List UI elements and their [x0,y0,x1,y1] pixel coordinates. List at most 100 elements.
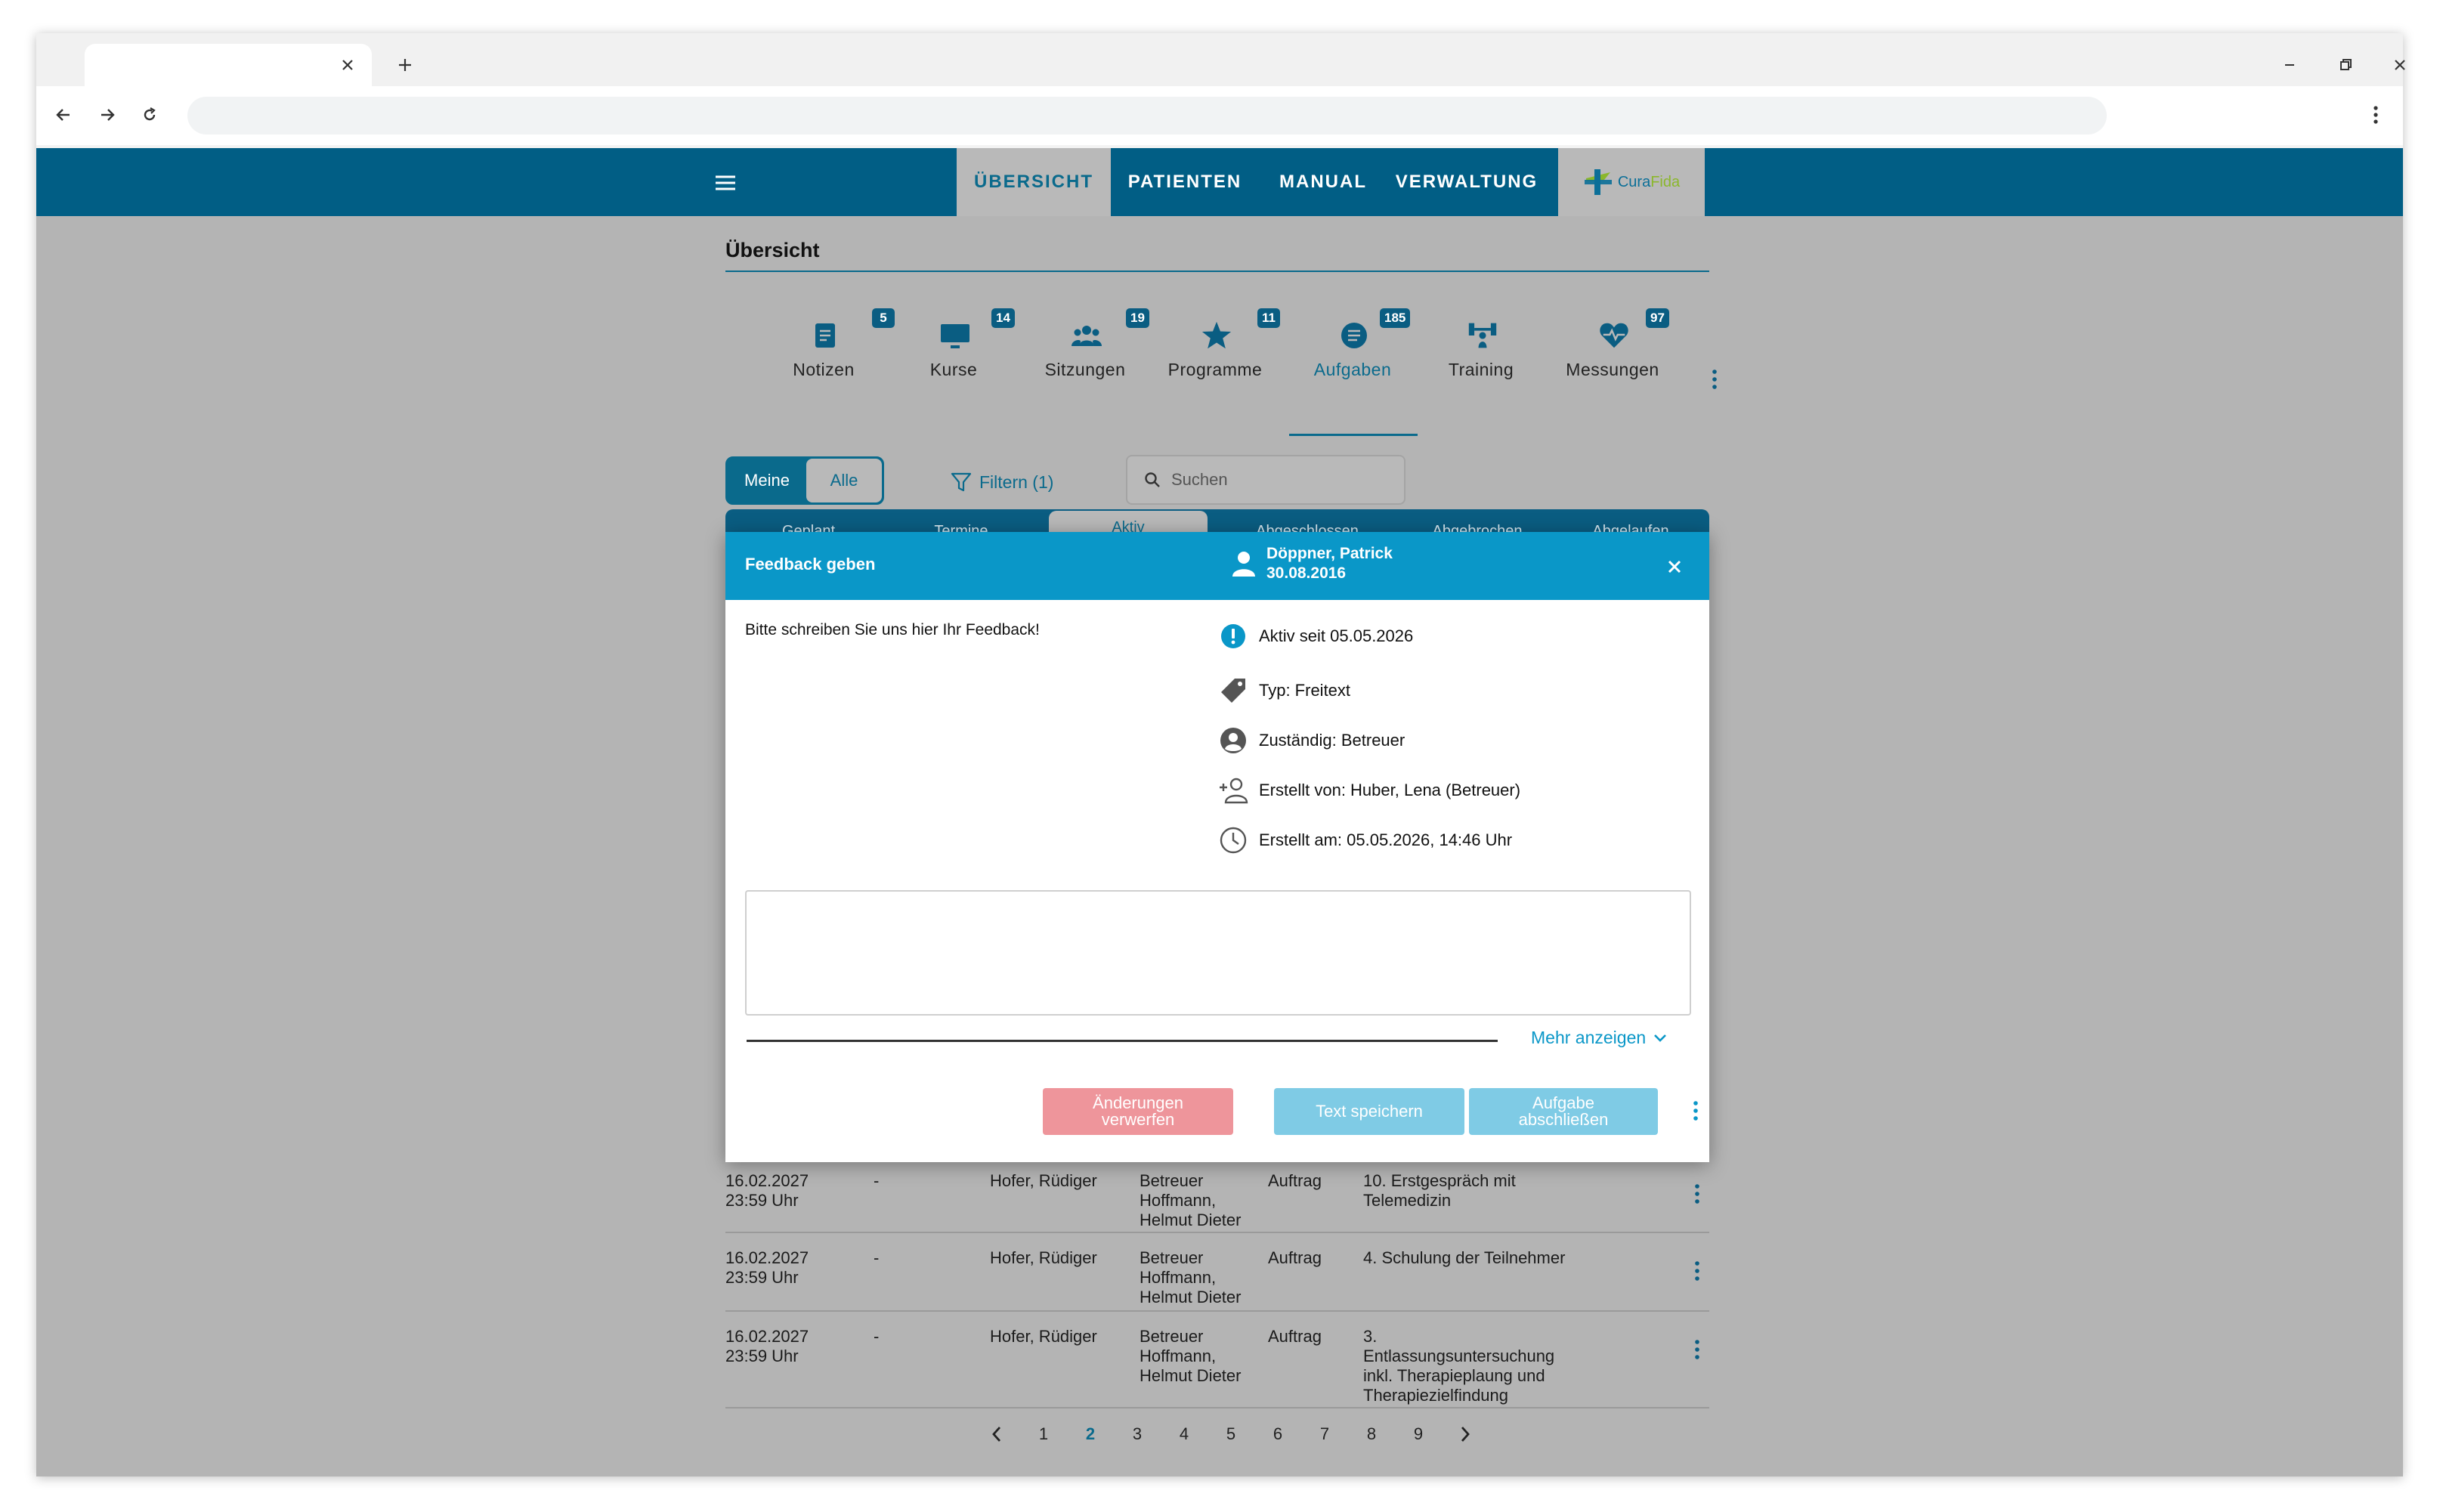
due-date: 16.02.2027 23:59 Uhr [725,1171,809,1210]
category-label: Kurse [929,360,978,379]
table-row[interactable]: 16.02.2027 23:59 Uhr - Hofer, Rüdiger Bet… [725,1235,1709,1312]
category-notizen[interactable]: 5 Notizen [759,308,895,391]
table-row[interactable]: 16.02.2027 23:59 Uhr - Hofer, Rüdiger Bet… [725,1158,1709,1233]
info-created-by: Erstellt von: Huber, Lena (Betreuer) [1218,775,1520,805]
dialog-close-icon[interactable] [1659,552,1690,582]
tag-icon [1218,676,1248,706]
category-aufgaben[interactable]: 185 Aufgaben [1288,308,1418,391]
page-9[interactable]: 9 [1395,1418,1442,1451]
person-icon [1232,552,1255,577]
window-close-icon[interactable] [2382,47,2418,83]
forward-arrow-icon[interactable] [91,98,124,131]
show-more-button[interactable]: Mehr anzeigen [1531,1028,1667,1048]
row-more-icon[interactable] [1691,1179,1703,1209]
browser-toolbar [36,86,2403,145]
new-tab-icon[interactable] [388,48,422,82]
save-text-button[interactable]: Text speichern [1274,1088,1464,1135]
row-more-icon[interactable] [1691,1256,1703,1286]
info-responsible: Zuständig: Betreuer [1218,725,1405,756]
dialog-title: Feedback geben [745,555,876,574]
feedback-prompt: Bitte schreiben Sie uns hier Ihr Feedbac… [745,621,1040,639]
address-bar[interactable] [187,97,2107,135]
category-programme[interactable]: 11 Programme [1150,308,1280,391]
more-categories-icon[interactable] [1703,364,1726,394]
nav-tab-uebersicht[interactable]: ÜBERSICHT [957,148,1111,216]
due-date: 16.02.2027 23:59 Uhr [725,1327,809,1365]
restore-icon[interactable] [2327,47,2364,83]
hamburger-menu-icon[interactable] [709,168,742,198]
reload-icon[interactable] [133,98,166,131]
page-2[interactable]: 2 [1067,1418,1114,1451]
category-label: Aufgaben [1313,360,1392,379]
complete-label: Aufgabe abschließen [1518,1093,1609,1129]
page-6[interactable]: 6 [1254,1418,1301,1451]
patient-name: Hofer, Rüdiger [990,1248,1097,1267]
row-more-icon[interactable] [1691,1334,1703,1365]
category-kurse[interactable]: 14 Kurse [889,308,1019,391]
responsible: Betreuer Hoffmann, Helmut Dieter [1140,1171,1242,1229]
responsible: Betreuer Hoffmann, Helmut Dieter [1140,1327,1242,1385]
info-created-at: Erstellt am: 05.05.2026, 14:46 Uhr [1218,825,1512,855]
category-label: Programme [1167,360,1263,379]
show-more-label: Mehr anzeigen [1531,1028,1647,1047]
info-type: Typ: Freitext [1218,676,1350,706]
discard-changes-button[interactable]: Änderungen verwerfen [1043,1088,1233,1135]
page-8[interactable]: 8 [1348,1418,1395,1451]
page-viewport: ÜBERSICHT PATIENTEN MANUAL VERWALTUNG Cu… [36,148,2403,1476]
nav-tab-label: ÜBERSICHT [973,172,1093,192]
category-training[interactable]: Training [1416,308,1546,391]
save-label: Text speichern [1316,1102,1423,1121]
toggle-alle[interactable]: Alle [806,459,882,502]
category-sitzungen[interactable]: 19 Sitzungen [1020,308,1150,391]
browser-tab[interactable] [85,44,372,86]
feedback-dialog: Feedback geben Döppner, Patrick 30.08.20… [725,532,1709,1162]
browser-window: ÜBERSICHT PATIENTEN MANUAL VERWALTUNG Cu… [36,33,2405,1476]
page-5[interactable]: 5 [1208,1418,1254,1451]
category-badge: 97 [1646,308,1669,328]
back-arrow-icon[interactable] [47,98,80,131]
note-icon [810,320,840,351]
toggle-meine[interactable]: Meine [728,459,806,502]
app-navbar: ÜBERSICHT PATIENTEN MANUAL VERWALTUNG Cu… [36,148,2403,216]
dialog-more-icon[interactable] [1690,1096,1702,1126]
nav-tab-manual[interactable]: MANUAL [1259,148,1387,216]
responsible: Betreuer Hoffmann, Helmut Dieter [1140,1248,1242,1306]
table-row[interactable]: 16.02.2027 23:59 Uhr - Hofer, Rüdiger Bet… [725,1313,1709,1408]
created-at-text: Erstellt am: 05.05.2026, 14:46 Uhr [1259,830,1513,849]
curafida-logo[interactable]: CuraFida [1558,148,1705,216]
page-3[interactable]: 3 [1114,1418,1161,1451]
nav-tab-label: MANUAL [1279,172,1367,192]
dialog-header: Feedback geben Döppner, Patrick 30.08.20… [725,532,1709,600]
minimize-icon[interactable] [2271,47,2308,83]
page-1[interactable]: 1 [1020,1418,1067,1451]
next-page-icon[interactable] [1442,1418,1489,1451]
page-4[interactable]: 4 [1161,1418,1208,1451]
page-title: Übersicht [725,239,820,261]
category-label: Sitzungen [1044,360,1126,379]
page-7[interactable]: 7 [1301,1418,1348,1451]
discard-label: Änderungen verwerfen [1093,1093,1183,1129]
browser-menu-icon[interactable] [2359,98,2392,131]
account-circle-icon [1218,725,1248,756]
star-icon [1201,320,1232,351]
search-input[interactable] [1171,470,1398,490]
nav-tab-verwaltung[interactable]: VERWALTUNG [1387,148,1546,216]
info-alert-icon [1218,621,1248,651]
tab-close-icon[interactable] [336,53,360,77]
filter-button[interactable]: Filtern (1) [951,468,1053,496]
list-icon [1339,320,1369,351]
filter-icon [951,472,972,492]
feedback-textarea[interactable] [745,890,1691,1016]
prev-page-icon[interactable] [973,1418,1020,1451]
person-add-icon [1218,775,1248,805]
status-dash: - [874,1171,880,1190]
category-label: Messungen [1566,360,1659,379]
category-messungen[interactable]: 97 Messungen [1548,308,1678,391]
meine-alle-toggle: Meine Alle [725,456,884,505]
group-icon [1072,320,1102,351]
patient-name: Hofer, Rüdiger [990,1171,1097,1190]
info-active-since: Aktiv seit 05.05.2026 [1218,621,1413,651]
status-dash: - [874,1248,880,1267]
nav-tab-patienten[interactable]: PATIENTEN [1111,148,1259,216]
complete-task-button[interactable]: Aufgabe abschließen [1469,1088,1658,1135]
